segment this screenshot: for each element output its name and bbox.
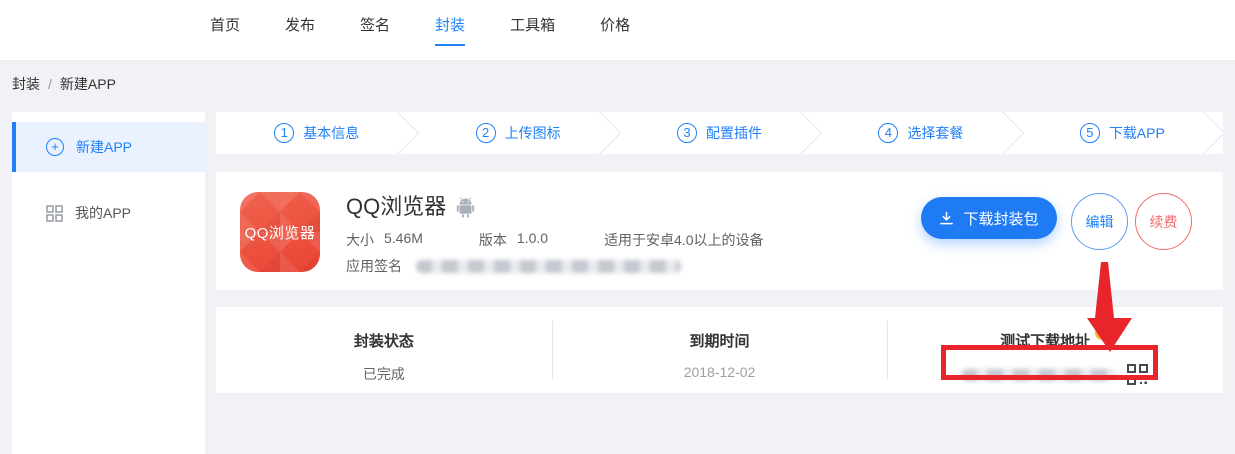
nav-item-label: 首页	[210, 14, 240, 46]
sidebar-item-label: 新建APP	[76, 137, 132, 157]
nav-item-label: 工具箱	[510, 14, 555, 46]
step-number: 1	[274, 123, 294, 143]
sidebar-item-new-app[interactable]: + 新建APP	[12, 122, 205, 172]
edit-button-label: 编辑	[1086, 212, 1114, 232]
status-value: 已完成	[363, 364, 405, 384]
step-label: 上传图标	[505, 123, 561, 143]
nav-item-label: 封装	[435, 14, 465, 46]
status-label: 测试下载地址	[1000, 330, 1090, 351]
app-card: QQ浏览器 QQ浏览器 大小 5.46M 版本	[216, 172, 1223, 290]
step-number: 3	[677, 123, 697, 143]
breadcrumb-separator: /	[48, 76, 52, 92]
breadcrumb-section[interactable]: 封装	[12, 76, 40, 92]
step-number: 5	[1080, 123, 1100, 143]
status-col-test-download-url: 测试下载地址 ?	[887, 307, 1223, 393]
status-label: 到期时间	[690, 330, 750, 351]
size-label: 大小	[346, 230, 374, 250]
nav-item-package[interactable]: 封装	[435, 14, 465, 46]
step-number: 4	[878, 123, 898, 143]
step-label: 基本信息	[303, 123, 359, 143]
step-wizard: 1 基本信息 2 上传图标 3 配置插件 4 选择套餐 5 下载APP	[216, 112, 1223, 154]
app-icon: QQ浏览器	[240, 192, 320, 272]
step-configure-plugins[interactable]: 3 配置插件	[619, 112, 820, 154]
step-download-app[interactable]: 5 下载APP	[1022, 112, 1223, 154]
step-upload-icon[interactable]: 2 上传图标	[417, 112, 618, 154]
app-info-row: 大小 5.46M 版本 1.0.0 适用于安卓4.0以上的设备	[346, 230, 764, 250]
size-value: 5.46M	[384, 230, 423, 250]
top-header: 首页 发布 签名 封装 工具箱 价格	[0, 0, 1235, 61]
step-label: 下载APP	[1109, 123, 1165, 143]
nav-item-home[interactable]: 首页	[210, 14, 240, 46]
download-icon	[939, 211, 954, 226]
nav-item-publish[interactable]: 发布	[285, 14, 315, 46]
breadcrumb-current: 新建APP	[60, 76, 116, 92]
help-icon[interactable]: ?	[1095, 325, 1110, 340]
step-select-plan[interactable]: 4 选择套餐	[820, 112, 1021, 154]
signature-row: 应用签名	[346, 256, 681, 276]
download-url-redacted-link[interactable]	[961, 369, 1117, 381]
edit-button[interactable]: 编辑	[1071, 193, 1128, 250]
step-number: 2	[476, 123, 496, 143]
grid-icon	[46, 205, 63, 222]
android-icon	[456, 197, 475, 218]
version-value: 1.0.0	[517, 230, 548, 250]
status-col-package-state: 封装状态 已完成	[216, 307, 552, 393]
nav-item-price[interactable]: 价格	[600, 14, 630, 46]
version-label: 版本	[479, 230, 507, 250]
sidebar: + 新建APP 我的APP	[12, 112, 205, 454]
app-title: QQ浏览器	[346, 189, 446, 221]
nav-item-label: 价格	[600, 14, 630, 46]
breadcrumb: 封装 / 新建APP	[12, 74, 116, 94]
qr-code-icon[interactable]	[1126, 363, 1149, 386]
download-package-button[interactable]: 下载封装包	[921, 197, 1057, 239]
renew-button[interactable]: 续费	[1135, 193, 1192, 250]
step-basic-info[interactable]: 1 基本信息	[216, 112, 417, 154]
nav-item-label: 签名	[360, 14, 390, 46]
nav-item-toolbox[interactable]: 工具箱	[510, 14, 555, 46]
step-label: 选择套餐	[907, 123, 963, 143]
step-label: 配置插件	[706, 123, 762, 143]
status-col-expiry-date: 到期时间 2018-12-02	[552, 307, 888, 393]
main-nav: 首页 发布 签名 封装 工具箱 价格	[210, 14, 630, 46]
download-button-label: 下载封装包	[963, 208, 1038, 229]
sidebar-item-my-apps[interactable]: 我的APP	[12, 188, 205, 238]
nav-item-sign[interactable]: 签名	[360, 14, 390, 46]
status-row: 封装状态 已完成 到期时间 2018-12-02 测试下载地址 ?	[216, 307, 1223, 393]
signature-redacted-value	[416, 260, 681, 273]
signature-label: 应用签名	[346, 256, 402, 276]
sidebar-item-label: 我的APP	[75, 203, 131, 223]
app-icon-label: QQ浏览器	[245, 222, 316, 243]
status-label: 封装状态	[354, 330, 414, 351]
nav-item-label: 发布	[285, 14, 315, 46]
renew-button-label: 续费	[1150, 212, 1178, 232]
compatibility-text: 适用于安卓4.0以上的设备	[604, 230, 763, 250]
plus-circle-icon: +	[46, 138, 64, 156]
status-value: 2018-12-02	[684, 364, 756, 380]
